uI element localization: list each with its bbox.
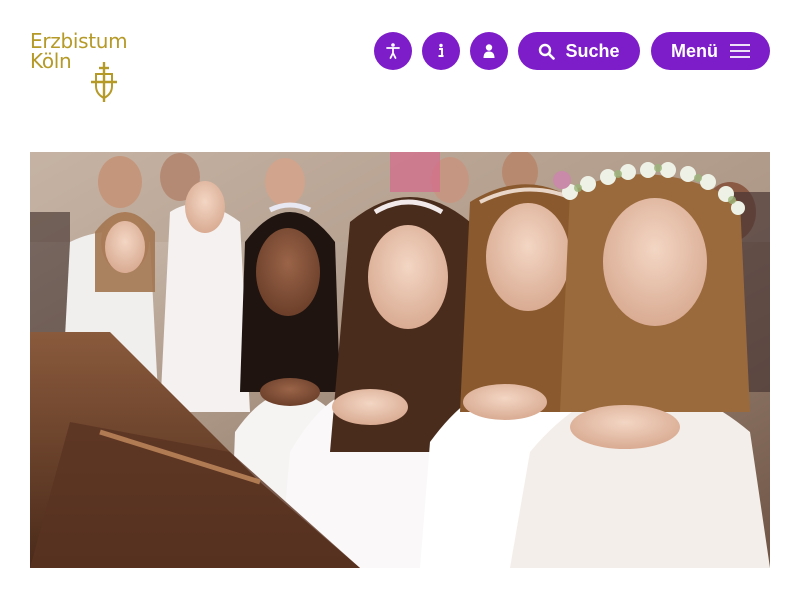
search-icon	[539, 43, 556, 60]
info-icon	[438, 43, 444, 57]
info-button[interactable]	[422, 32, 460, 70]
hamburger-icon	[730, 44, 750, 58]
hero-image	[30, 152, 770, 568]
logo-text-line1: Erzbistum	[30, 29, 128, 53]
accessibility-icon	[386, 43, 400, 59]
site-logo[interactable]: Erzbistum Köln	[30, 30, 150, 102]
logo-text-line2: Köln	[30, 49, 72, 73]
accessibility-button[interactable]	[374, 32, 412, 70]
hero-photo-first-communion	[30, 152, 770, 568]
search-label: Suche	[565, 40, 620, 61]
cross-shield-icon	[91, 62, 117, 102]
menu-label: Menü	[671, 40, 718, 61]
user-icon	[483, 44, 495, 58]
account-button[interactable]	[470, 32, 508, 70]
search-button[interactable]: Suche	[518, 32, 640, 70]
menu-button[interactable]: Menü	[651, 32, 770, 70]
